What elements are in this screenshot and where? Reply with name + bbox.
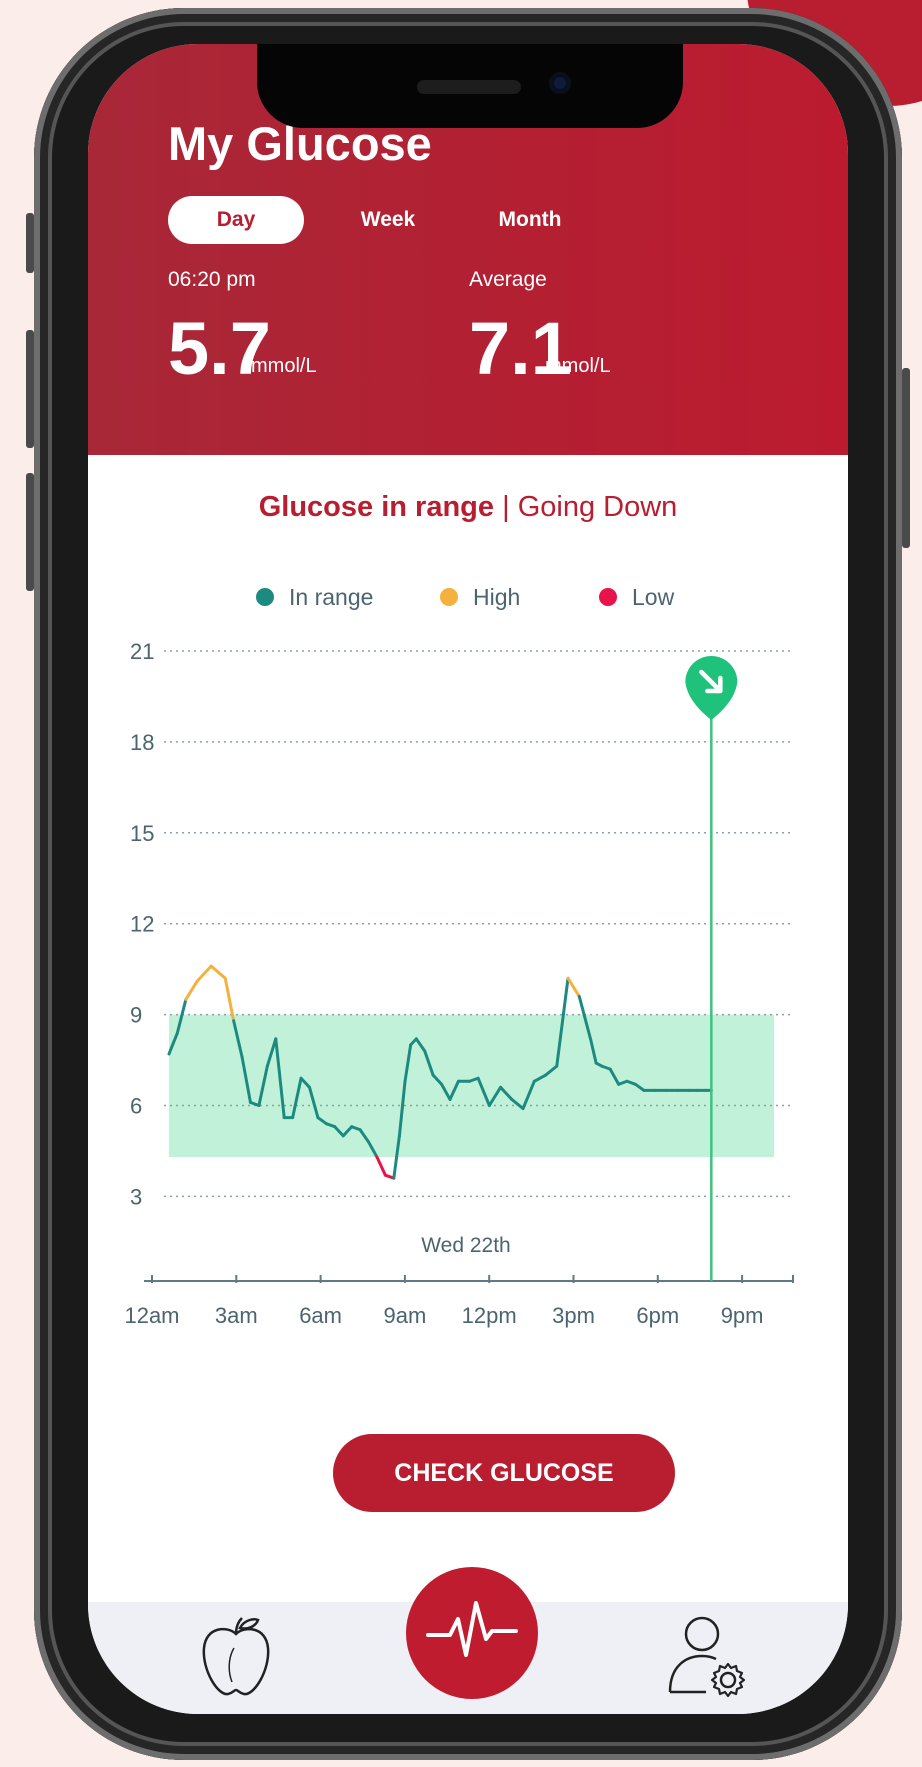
x-tick-label: 9pm — [721, 1303, 764, 1328]
y-tick-label: 9 — [130, 1003, 142, 1028]
phone-frame: My Glucose Day Week Month 06:20 pm 5.7 m… — [26, 8, 910, 1760]
x-tick-label: 9am — [384, 1303, 427, 1328]
volume-down-button — [26, 473, 34, 591]
current-marker-pin — [685, 656, 738, 720]
user-settings-icon[interactable] — [666, 1614, 752, 1700]
chart-date-label: Wed 22th — [421, 1234, 511, 1257]
camera-icon — [549, 72, 571, 94]
x-tick-label: 3am — [215, 1303, 258, 1328]
y-tick-label: 6 — [130, 1094, 142, 1119]
x-tick-label: 12pm — [462, 1303, 517, 1328]
glucose-line-segment — [195, 964, 213, 983]
glucose-line-segment — [184, 979, 199, 1001]
y-tick-label: 21 — [130, 639, 154, 664]
x-tick-label: 6pm — [636, 1303, 679, 1328]
y-tick-label: 15 — [130, 821, 154, 846]
speaker-grille — [417, 80, 521, 94]
target-range-band — [169, 1014, 774, 1158]
heartbeat-icon — [426, 1601, 518, 1657]
apple-icon[interactable] — [198, 1612, 274, 1698]
y-tick-label: 12 — [130, 912, 154, 937]
glucose-chart: 21 18 15 12 9 6 3 12am 3am 6am 9am 12pm 3pm 6pm 9pm Wed… — [124, 639, 794, 1328]
x-tick-label: 3pm — [552, 1303, 595, 1328]
glucose-line-segment — [223, 976, 236, 1023]
power-button — [902, 368, 910, 548]
heartbeat-nav-button[interactable] — [406, 1567, 538, 1699]
glucose-line-segment — [566, 976, 581, 998]
mute-switch — [26, 213, 34, 273]
volume-up-button — [26, 330, 34, 448]
notch — [257, 44, 683, 128]
y-tick-label: 3 — [130, 1184, 142, 1209]
glucose-line-segment — [209, 964, 227, 980]
x-tick-label: 6am — [299, 1303, 342, 1328]
glucose-line-segment — [375, 1155, 387, 1177]
check-glucose-button[interactable]: CHECK GLUCOSE — [333, 1434, 675, 1512]
x-tick-label: 12am — [124, 1303, 179, 1328]
app-screen: My Glucose Day Week Month 06:20 pm 5.7 m… — [88, 44, 848, 1714]
y-tick-label: 18 — [130, 730, 154, 755]
